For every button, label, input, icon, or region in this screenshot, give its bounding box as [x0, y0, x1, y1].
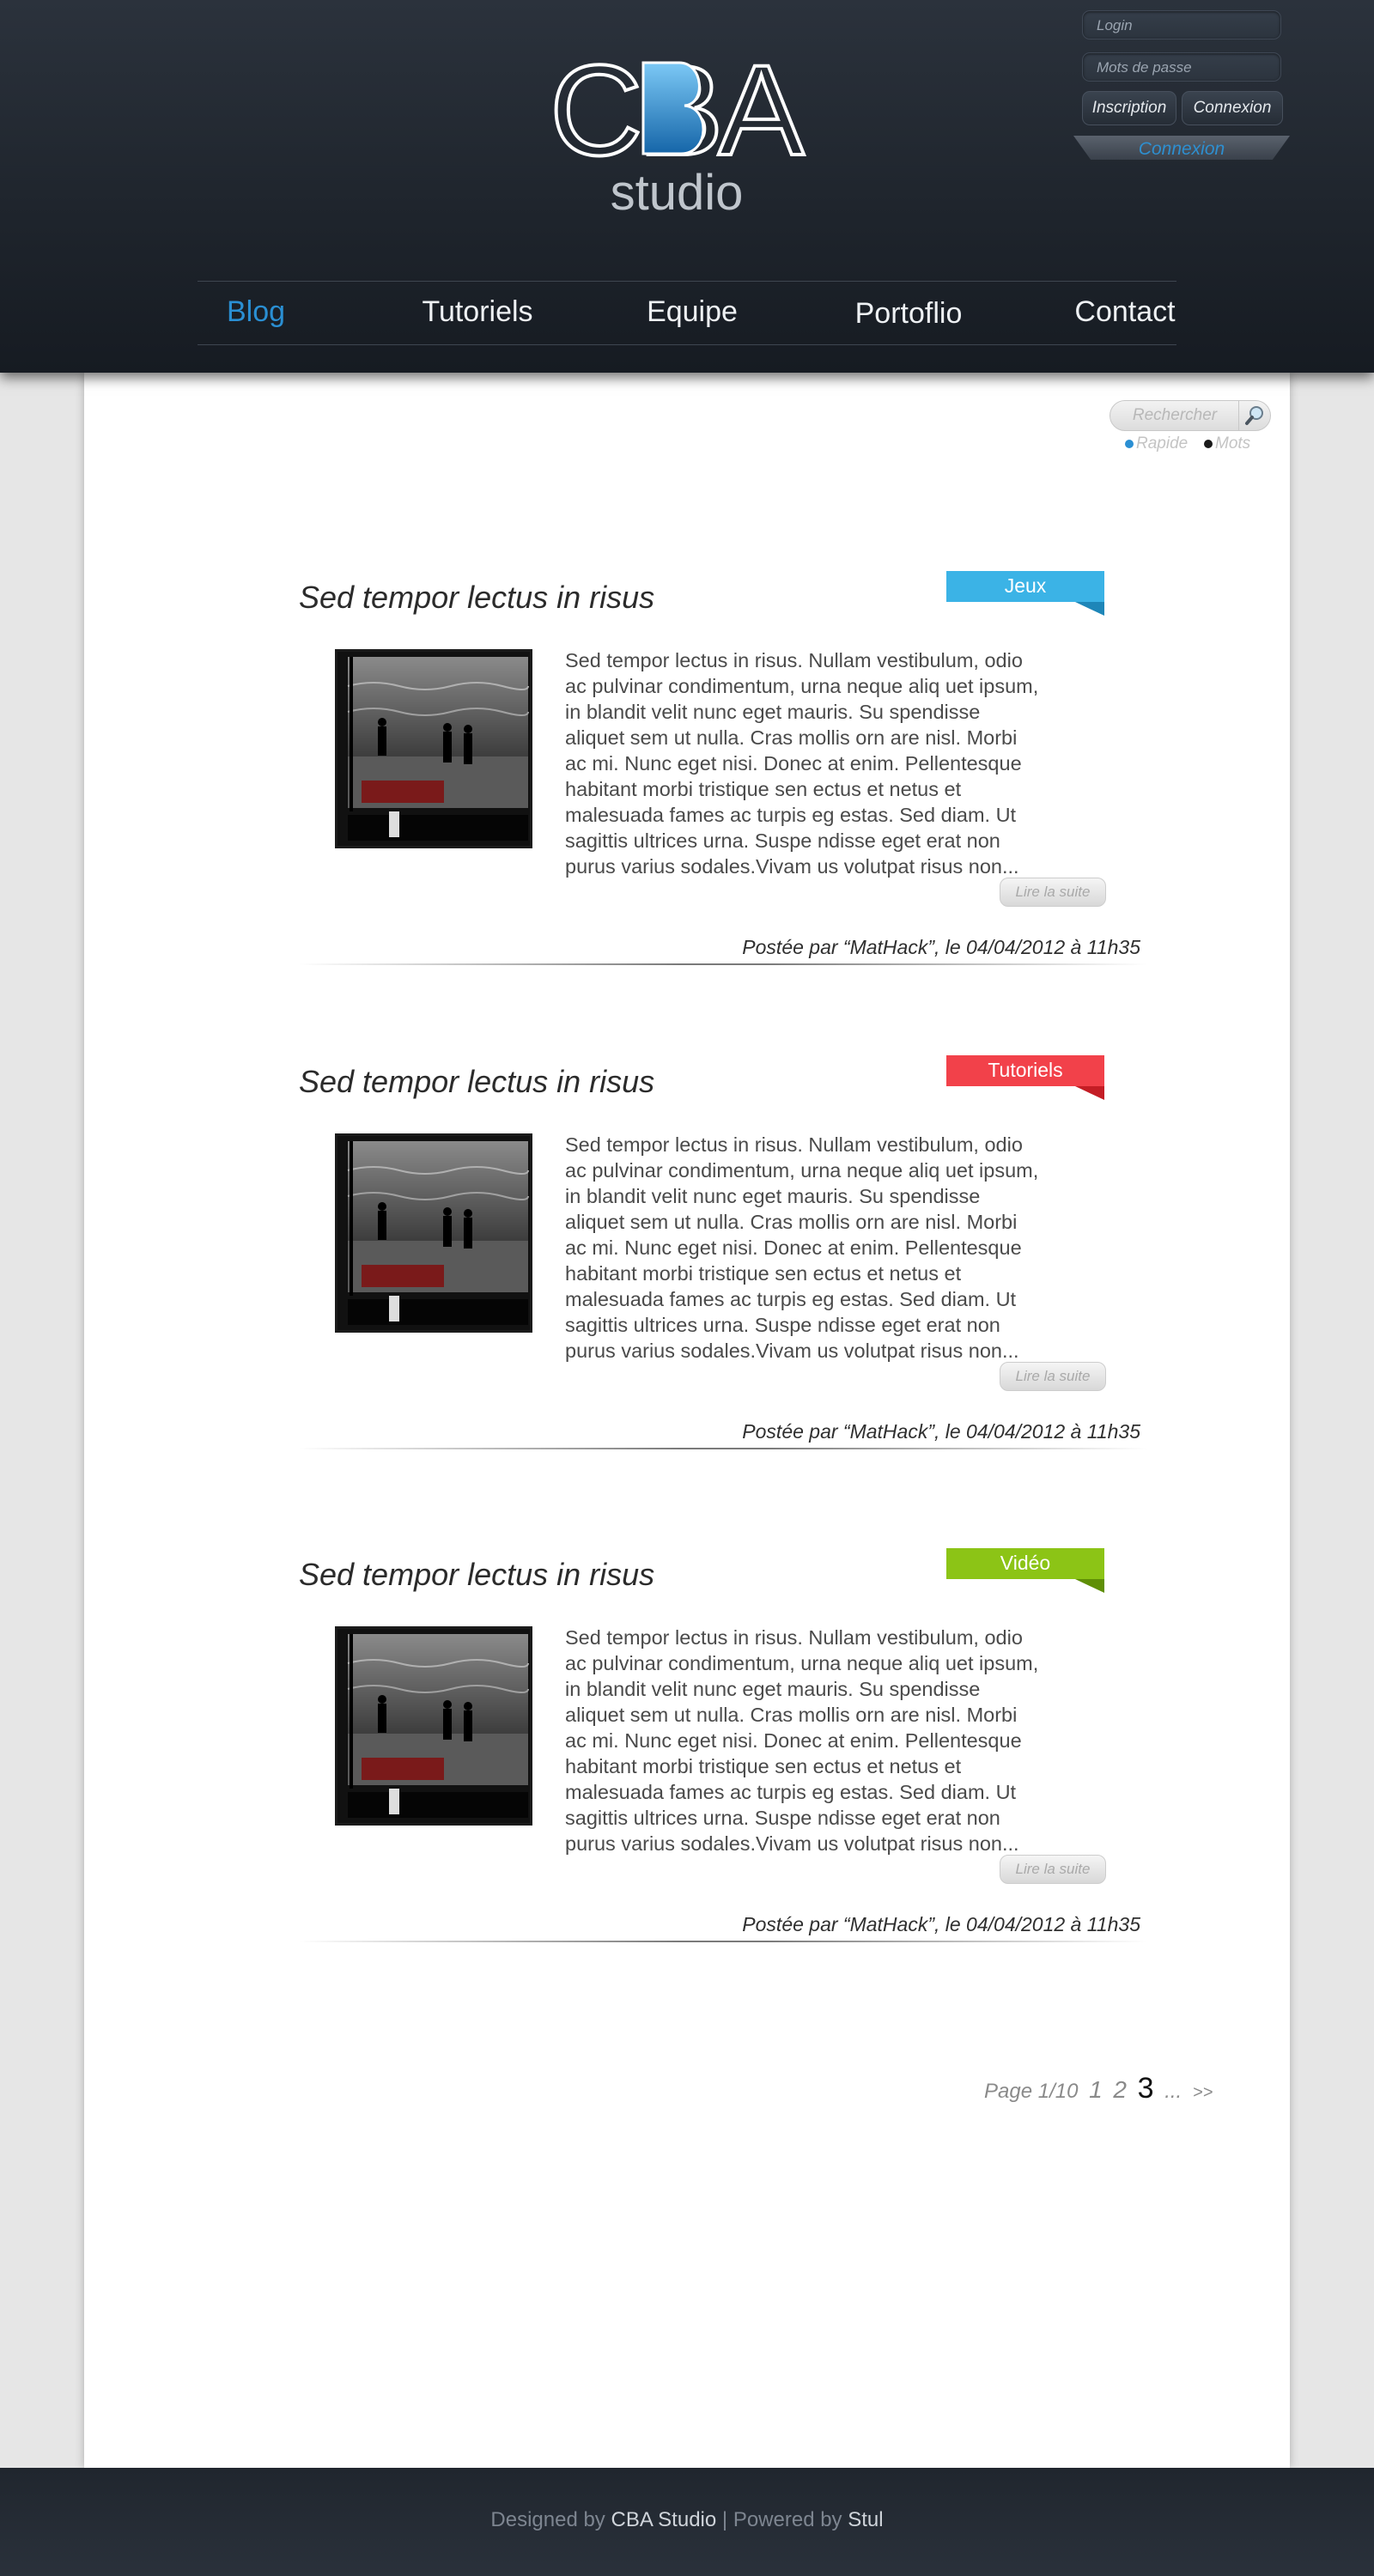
main-nav: Blog Tutoriels Equipe Portoflio Contact — [198, 281, 1176, 345]
pagination: Page 1/10 1 2 3 ... >> — [984, 2071, 1310, 2105]
footer-studio-link[interactable]: CBA Studio — [611, 2508, 716, 2531]
post-excerpt: Sed tempor lectus in risus. Nullam vesti… — [565, 1133, 1039, 1362]
post-thumbnail[interactable] — [335, 1133, 532, 1333]
page-count: Page 1/10 — [984, 2080, 1079, 2103]
search-option-mots[interactable]: Mots — [1204, 434, 1250, 453]
tag-fold-icon — [1075, 1086, 1104, 1100]
search-button[interactable] — [1238, 401, 1270, 430]
footer-separator: | — [721, 2508, 728, 2531]
nav-item-equipe[interactable]: Equipe — [585, 290, 799, 333]
thumbnail-image — [337, 1136, 530, 1330]
register-button[interactable]: Inscription — [1082, 91, 1176, 125]
category-tag[interactable]: Vidéo — [946, 1548, 1104, 1593]
logo-studio: studio — [611, 165, 744, 216]
nav-item-blog[interactable]: Blog — [149, 290, 363, 333]
tag-fold-icon — [1075, 1579, 1104, 1593]
post-divider — [299, 963, 1147, 965]
page-link-current[interactable]: 3 — [1138, 2072, 1154, 2105]
search-option-label: Rapide — [1136, 434, 1189, 453]
thumbnail-image — [337, 1629, 530, 1823]
post-title[interactable]: Sed tempor lectus in risus — [299, 579, 654, 617]
category-tag-label: Tutoriels — [988, 1059, 1063, 1081]
login-input[interactable]: Login — [1082, 10, 1281, 39]
post-excerpt: Sed tempor lectus in risus. Nullam vesti… — [565, 649, 1039, 878]
thumbnail-image — [337, 652, 530, 846]
main-content: Rechercher Rapide Mots Sed tempor lectus… — [84, 373, 1290, 2468]
login-tab[interactable]: Connexion — [1073, 136, 1290, 160]
read-more-button[interactable]: Lire la suite — [1000, 1362, 1106, 1391]
blog-post: Sed tempor lectus in risus Tutoriels Sed… — [299, 1055, 1192, 1510]
tag-fold-icon — [1075, 602, 1104, 616]
post-divider — [299, 1941, 1147, 1942]
login-box: Login Mots de passe Inscription Connexio… — [1073, 0, 1297, 163]
post-meta: Postée par “MatHack”, le 04/04/2012 à 11… — [742, 1420, 1140, 1443]
footer-designed-by: Designed by — [490, 2508, 605, 2531]
blog-post: Sed tempor lectus in risus Vidéo Sed tem… — [299, 1548, 1192, 2002]
connect-button[interactable]: Connexion — [1182, 91, 1283, 125]
blog-post: Sed tempor lectus in risus Jeux Sed temp… — [299, 571, 1192, 1025]
site-header: CBA studio Login Mots de passe Inscripti… — [0, 0, 1374, 373]
post-thumbnail[interactable] — [335, 649, 532, 848]
nav-item-contact[interactable]: Contact — [1018, 290, 1232, 333]
post-divider — [299, 1448, 1147, 1449]
next-page-link[interactable]: >> — [1193, 2083, 1213, 2102]
footer-powered-by: Powered by — [733, 2508, 842, 2531]
site-footer: Designed by CBA Studio | Powered by Stul — [0, 2468, 1374, 2576]
post-meta: Postée par “MatHack”, le 04/04/2012 à 11… — [742, 936, 1140, 958]
post-meta: Postée par “MatHack”, le 04/04/2012 à 11… — [742, 1913, 1140, 1935]
footer-engine-link[interactable]: Stul — [848, 2508, 883, 2531]
footer-credits: Designed by CBA Studio | Powered by Stul — [0, 2507, 1374, 2533]
post-excerpt: Sed tempor lectus in risus. Nullam vesti… — [565, 1626, 1039, 1855]
page-link-2[interactable]: 2 — [1113, 2076, 1127, 2103]
post-title[interactable]: Sed tempor lectus in risus — [299, 1556, 654, 1594]
read-more-button[interactable]: Lire la suite — [1000, 878, 1106, 907]
category-tag-label: Jeux — [1004, 574, 1047, 597]
radio-unselected-icon — [1204, 440, 1213, 448]
category-tag[interactable]: Jeux — [946, 571, 1104, 616]
logo-b-highlight — [641, 61, 705, 155]
nav-item-portoflio[interactable]: Portoflio — [801, 292, 1016, 335]
page-more[interactable]: ... — [1164, 2080, 1182, 2103]
category-tag-label: Vidéo — [1000, 1552, 1051, 1574]
category-tag[interactable]: Tutoriels — [946, 1055, 1104, 1100]
radio-selected-icon — [1125, 440, 1134, 448]
search-icon — [1245, 406, 1263, 425]
post-title[interactable]: Sed tempor lectus in risus — [299, 1063, 654, 1101]
search-box: Rechercher — [1110, 400, 1271, 431]
page-link-1[interactable]: 1 — [1089, 2076, 1103, 2103]
search-option-rapide[interactable]: Rapide — [1125, 434, 1188, 453]
password-input[interactable]: Mots de passe — [1082, 52, 1281, 82]
nav-item-tutoriels[interactable]: Tutoriels — [370, 290, 585, 333]
post-thumbnail[interactable] — [335, 1626, 532, 1826]
search-option-label: Mots — [1215, 434, 1251, 453]
search-input[interactable]: Rechercher — [1110, 401, 1239, 430]
read-more-button[interactable]: Lire la suite — [1000, 1855, 1106, 1884]
